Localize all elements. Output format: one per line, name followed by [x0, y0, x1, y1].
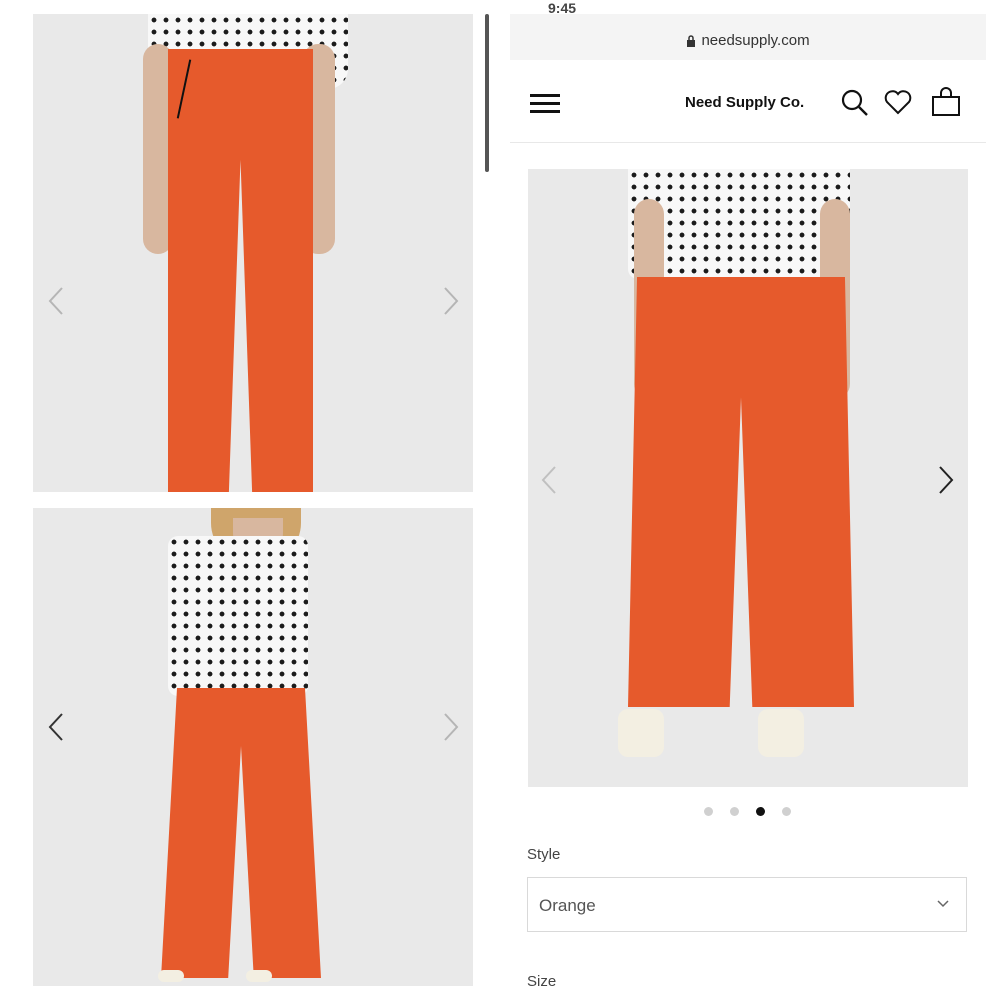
orange-pants [161, 688, 321, 978]
shopping-bag-icon[interactable] [930, 86, 962, 118]
orange-pants [628, 277, 854, 707]
prev-image-button[interactable] [534, 465, 564, 495]
style-label: Style [527, 846, 561, 863]
prev-image-button[interactable] [41, 712, 71, 742]
orange-pants [168, 49, 313, 492]
site-header: Need Supply Co. [510, 62, 986, 143]
hamburger-menu-icon[interactable] [530, 94, 560, 114]
brand-logo[interactable]: Need Supply Co. [685, 94, 804, 111]
product-photo-pants-front [33, 14, 473, 492]
chevron-right-icon [444, 287, 459, 315]
product-photo-back-view[interactable] [528, 169, 968, 787]
scrollbar[interactable] [485, 14, 489, 172]
carousel-dot[interactable] [704, 807, 713, 816]
url-text: needsupply.com [701, 32, 810, 49]
shoe [158, 970, 184, 982]
carousel-dot-active[interactable] [756, 807, 765, 816]
next-image-button[interactable] [436, 712, 466, 742]
chevron-right-icon [939, 466, 954, 494]
chevron-down-icon [937, 900, 949, 908]
chevron-left-icon [541, 466, 556, 494]
carousel-dot[interactable] [782, 807, 791, 816]
size-label: Size [527, 973, 557, 990]
chevron-right-icon [444, 713, 459, 741]
shoe [618, 709, 664, 757]
polka-dot-shirt [168, 536, 308, 696]
next-image-button[interactable] [931, 465, 961, 495]
carousel-dots [700, 805, 800, 819]
chevron-left-icon [48, 287, 63, 315]
lock-icon [687, 35, 696, 48]
style-selected-value: Orange [539, 896, 596, 915]
browser-url-bar[interactable]: needsupply.com [510, 14, 986, 60]
status-time: 9:45 [548, 0, 577, 14]
heart-icon[interactable] [882, 86, 914, 118]
chevron-left-icon [48, 713, 63, 741]
carousel-dot[interactable] [730, 807, 739, 816]
product-photo-full-outfit [33, 508, 473, 986]
next-image-button[interactable] [436, 286, 466, 316]
style-select[interactable]: Orange [527, 877, 967, 932]
shoe [758, 709, 804, 757]
search-icon[interactable] [838, 86, 870, 118]
shoe [246, 970, 272, 982]
prev-image-button[interactable] [41, 286, 71, 316]
